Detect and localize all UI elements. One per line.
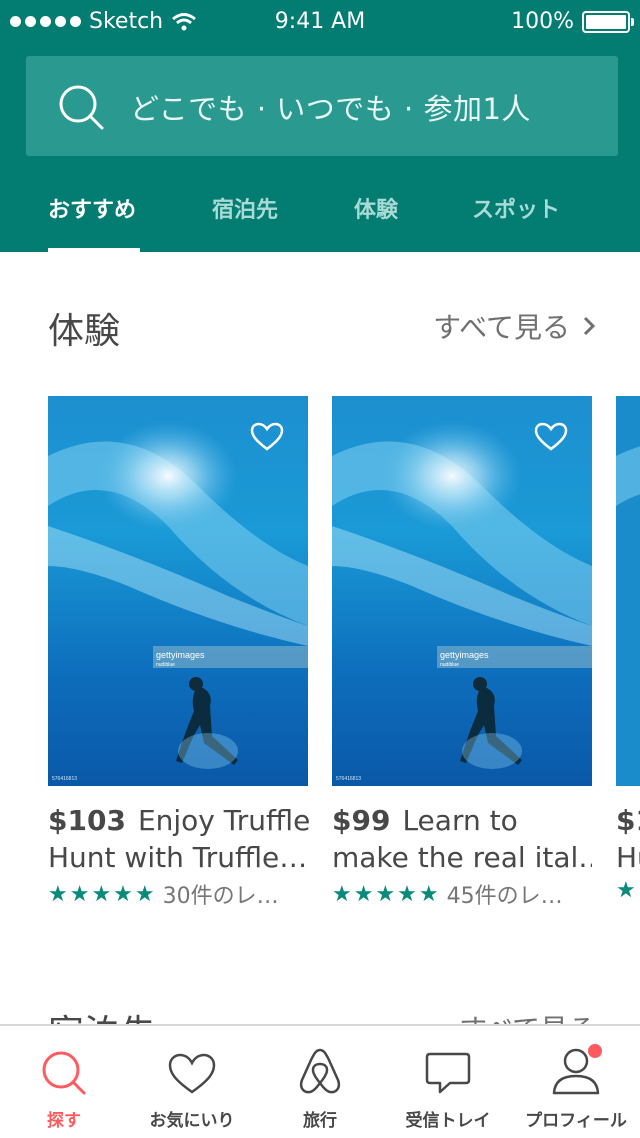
tabbar-trips[interactable]: 旅行 bbox=[256, 1038, 384, 1131]
chevron-right-icon bbox=[583, 316, 596, 336]
status-bar: Sketch 9:41 AM 100% bbox=[0, 0, 640, 44]
battery-icon bbox=[582, 10, 634, 33]
underwater-photo: gettyimages nudiblue 576416813 bbox=[48, 396, 308, 786]
active-tab-indicator bbox=[48, 248, 140, 252]
tabbar-label: 受信トレイ bbox=[405, 1111, 491, 1131]
battery-percent: 100% bbox=[511, 9, 574, 34]
search-icon bbox=[42, 1051, 86, 1095]
price: $99 bbox=[332, 804, 391, 837]
photo-id-tag: 576416813 bbox=[336, 776, 361, 782]
tabbar-inbox[interactable]: 受信トレイ bbox=[384, 1038, 512, 1131]
underwater-photo: gettyimages nudiblue 576416813 bbox=[332, 396, 592, 786]
rating: ★ bbox=[616, 878, 640, 903]
tabbar-profile[interactable]: プロフィール bbox=[512, 1038, 640, 1131]
heart-icon[interactable] bbox=[250, 422, 284, 452]
photo-watermark: gettyimages bbox=[440, 650, 489, 660]
experience-card[interactable]: gettyimages nudiblue 576416813 $99 Learn … bbox=[332, 396, 592, 910]
star-rating-icon: ★★★★★ bbox=[48, 881, 157, 907]
photo-watermark: gettyimages bbox=[156, 650, 205, 660]
experience-title: Learn to bbox=[402, 804, 518, 837]
header: Sketch 9:41 AM 100% どこでも · いつでも · 参加1人 お… bbox=[0, 0, 640, 252]
photo-credit: nudiblue bbox=[440, 662, 459, 668]
tab-recommended[interactable]: おすすめ bbox=[48, 192, 136, 224]
star-rating-icon: ★★★★★ bbox=[332, 881, 441, 907]
review-count: 30件のレ… bbox=[162, 884, 279, 909]
price-line: $99 Learn to bbox=[332, 804, 592, 837]
experience-photo bbox=[616, 396, 640, 786]
experience-card[interactable]: $1 Hu ★ bbox=[616, 396, 640, 903]
underwater-photo bbox=[616, 396, 640, 786]
photo-credit: nudiblue bbox=[156, 662, 175, 668]
experience-title: Enjoy Truffle bbox=[137, 804, 311, 837]
airbnb-logo-icon bbox=[299, 1048, 341, 1094]
tabbar-label: お気にいり bbox=[149, 1111, 235, 1131]
tabbar-explore[interactable]: 探す bbox=[0, 1038, 128, 1131]
tab-spots[interactable]: スポット bbox=[472, 192, 560, 224]
experience-photo: gettyimages nudiblue 576416813 bbox=[332, 396, 592, 786]
experience-title-line2: make the real ital… bbox=[332, 841, 592, 874]
status-right: 100% bbox=[511, 9, 634, 34]
experience-photo: gettyimages nudiblue 576416813 bbox=[48, 396, 308, 786]
price-line: $103 Enjoy Truffle bbox=[48, 804, 311, 837]
price: $103 bbox=[48, 804, 126, 837]
search-icon bbox=[59, 85, 104, 130]
review-count: 45件のレ… bbox=[446, 884, 563, 909]
photo-id-tag: 576416813 bbox=[52, 776, 77, 782]
tabbar-label: プロフィール bbox=[525, 1111, 627, 1131]
tabbar-saved[interactable]: お気にいり bbox=[128, 1038, 256, 1131]
experience-card[interactable]: gettyimages nudiblue 576416813 $103 Enjoy… bbox=[48, 396, 311, 910]
experience-title-line2: Hu bbox=[616, 841, 640, 874]
tabbar-label: 旅行 bbox=[303, 1111, 337, 1131]
bottom-tab-bar: 探す お気にいり 旅行 受信トレイ プロフィール bbox=[0, 1024, 640, 1138]
price: $1 bbox=[616, 804, 640, 837]
experience-carousel[interactable]: gettyimages nudiblue 576416813 $103 Enjoy… bbox=[0, 396, 640, 916]
tab-stays[interactable]: 宿泊先 bbox=[212, 192, 278, 224]
section-title: 体験 bbox=[48, 311, 121, 352]
rating: ★★★★★ 45件のレ… bbox=[332, 878, 592, 910]
category-tabs: おすすめ 宿泊先 体験 スポット bbox=[0, 180, 640, 252]
star-rating-icon: ★ bbox=[616, 878, 638, 903]
search-placeholder: どこでも · いつでも · 参加1人 bbox=[130, 92, 531, 126]
tabbar-label: 探す bbox=[47, 1111, 81, 1131]
heart-icon[interactable] bbox=[534, 422, 568, 452]
notification-dot bbox=[588, 1044, 602, 1058]
experience-title-line2: Hunt with Truffle… bbox=[48, 841, 308, 874]
price-line: $1 bbox=[616, 804, 640, 837]
heart-icon bbox=[168, 1053, 216, 1094]
tab-experiences[interactable]: 体験 bbox=[354, 192, 398, 224]
message-icon bbox=[425, 1052, 471, 1094]
search-input[interactable]: どこでも · いつでも · 参加1人 bbox=[26, 56, 618, 156]
rating: ★★★★★ 30件のレ… bbox=[48, 878, 308, 910]
see-all-label: すべて見る bbox=[433, 311, 570, 344]
see-all-link[interactable]: すべて見る bbox=[433, 306, 596, 346]
